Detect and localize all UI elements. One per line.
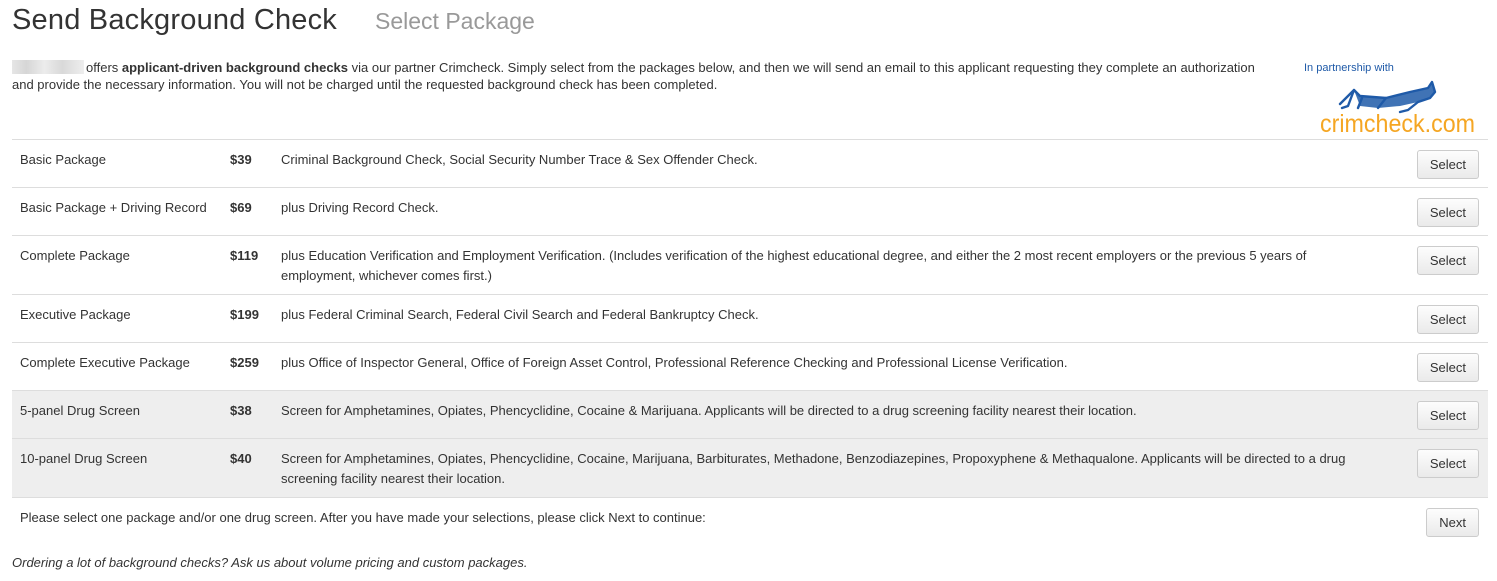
package-row: Complete Executive Package $259 plus Off…	[12, 342, 1488, 391]
package-name: Complete Package	[12, 235, 222, 295]
page-title: Send Background Check	[12, 4, 338, 36]
select-10-panel-drug-screen-button[interactable]: Select	[1416, 449, 1479, 478]
package-price: $69	[222, 187, 273, 236]
drug-screen-description: Screen for Amphetamines, Opiates, Phency…	[273, 390, 1407, 439]
page-subtitle: Select Package	[375, 8, 535, 34]
package-description: Criminal Background Check, Social Securi…	[273, 139, 1407, 188]
intro-text-bold: applicant-driven background checks	[121, 60, 349, 75]
package-description: plus Education Verification and Employme…	[273, 235, 1407, 295]
intro-paragraph: offers applicant-driven background check…	[12, 59, 1262, 93]
select-basic-package-button[interactable]: Select	[1416, 150, 1479, 179]
package-row: Executive Package $199 plus Federal Crim…	[12, 294, 1488, 343]
select-5-panel-drug-screen-button[interactable]: Select	[1416, 401, 1479, 430]
drug-screen-price: $38	[222, 390, 273, 439]
package-price: $259	[222, 342, 273, 391]
package-table: Basic Package $39 Criminal Background Ch…	[12, 139, 1488, 545]
instructions-row: Please select one package and/or one dru…	[12, 497, 1488, 545]
package-name: Basic Package	[12, 139, 222, 188]
drug-screen-row: 5-panel Drug Screen $38 Screen for Amphe…	[12, 390, 1488, 439]
package-row: Complete Package $119 plus Education Ver…	[12, 235, 1488, 295]
crimcheck-logo-text: crimcheck.com	[1320, 110, 1475, 138]
package-description: plus Driving Record Check.	[273, 187, 1407, 236]
drug-screen-row: 10-panel Drug Screen $40 Screen for Amph…	[12, 438, 1488, 498]
drug-screen-price: $40	[222, 438, 273, 498]
package-price: $39	[222, 139, 273, 188]
package-price: $119	[222, 235, 273, 295]
package-description: plus Office of Inspector General, Office…	[273, 342, 1407, 391]
package-name: Basic Package + Driving Record	[12, 187, 222, 236]
intro-text-pre: offers	[86, 60, 122, 75]
package-name: Complete Executive Package	[12, 342, 222, 391]
volume-pricing-note: Ordering a lot of background checks? Ask…	[12, 555, 528, 570]
crimcheck-logo: crimcheck.com	[1320, 80, 1475, 138]
select-basic-driving-package-button[interactable]: Select	[1416, 198, 1479, 227]
page-header: Send Background Check Select Package	[12, 0, 535, 40]
select-executive-package-button[interactable]: Select	[1416, 305, 1479, 334]
select-complete-executive-package-button[interactable]: Select	[1416, 353, 1479, 382]
partner-logo-block: In partnership with crimcheck.com	[1300, 62, 1485, 138]
drug-screen-description: Screen for Amphetamines, Opiates, Phency…	[273, 438, 1407, 498]
package-name: Executive Package	[12, 294, 222, 343]
drug-screen-name: 5-panel Drug Screen	[12, 390, 222, 439]
package-row: Basic Package + Driving Record $69 plus …	[12, 187, 1488, 236]
instructions-text: Please select one package and/or one dru…	[12, 497, 1407, 545]
package-price: $199	[222, 294, 273, 343]
next-button[interactable]: Next	[1426, 508, 1479, 537]
package-description: plus Federal Criminal Search, Federal Ci…	[273, 294, 1407, 343]
drug-screen-name: 10-panel Drug Screen	[12, 438, 222, 498]
redacted-company-name	[12, 60, 84, 74]
package-row: Basic Package $39 Criminal Background Ch…	[12, 139, 1488, 188]
select-complete-package-button[interactable]: Select	[1416, 246, 1479, 275]
